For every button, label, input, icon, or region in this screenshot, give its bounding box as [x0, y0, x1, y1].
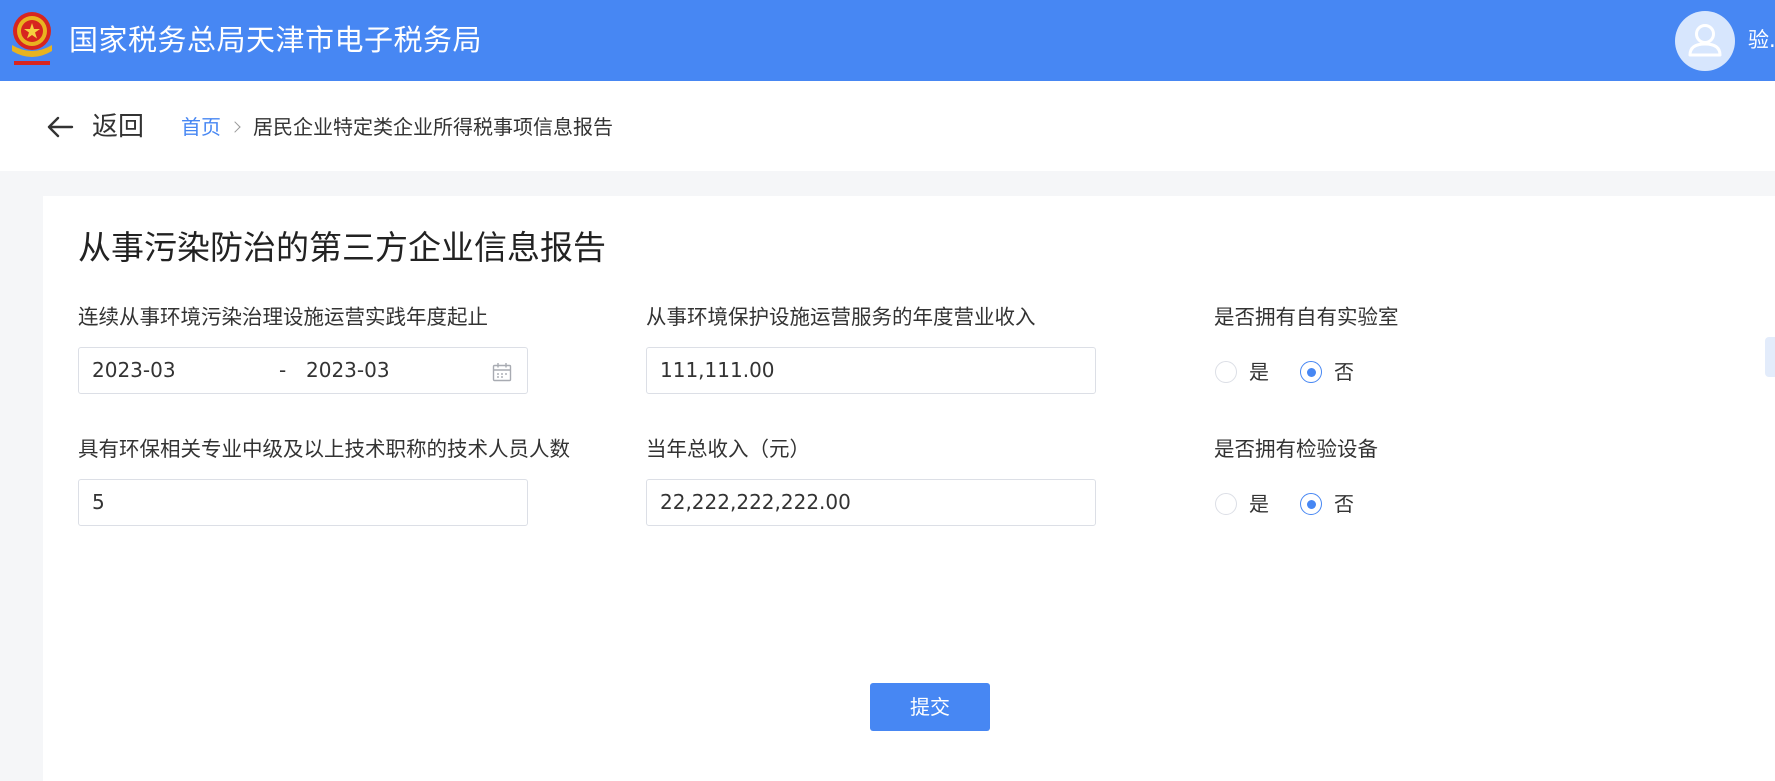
form-card: 从事污染防治的第三方企业信息报告 连续从事环境污染治理设施运营实践年度起止 20… — [43, 196, 1775, 781]
own-equipment-option-yes[interactable]: 是 — [1215, 490, 1269, 518]
total-income-label: 当年总收入（元） — [646, 437, 810, 461]
back-label: 返回 — [92, 112, 145, 142]
own-equipment-yes-radio[interactable] — [1215, 493, 1237, 515]
back-button[interactable]: 返回 — [44, 107, 144, 147]
own-lab-no-label[interactable]: 否 — [1334, 358, 1354, 386]
total-income-input[interactable]: 22,222,222,222.00 — [646, 479, 1096, 526]
user-avatar-icon[interactable] — [1675, 11, 1735, 71]
calendar-icon[interactable] — [492, 362, 512, 382]
breadcrumb: 首页 居民企业特定类企业所得税事项信息报告 — [181, 113, 613, 141]
service-revenue-value: 111,111.00 — [660, 358, 775, 382]
own-lab-no-radio[interactable] — [1300, 361, 1322, 383]
tech-staff-input[interactable]: 5 — [78, 479, 528, 526]
app-title: 国家税务总局天津市电子税务局 — [69, 23, 483, 57]
back-arrow-icon — [47, 116, 74, 138]
period-start-value[interactable]: 2023-03 — [92, 348, 176, 393]
top-header: 国家税务总局天津市电子税务局 验. — [0, 0, 1775, 81]
own-lab-yes-radio[interactable] — [1215, 361, 1237, 383]
breadcrumb-chevron-icon — [229, 121, 241, 133]
breadcrumb-home-link[interactable]: 首页 — [181, 113, 221, 141]
own-lab-option-yes[interactable]: 是 — [1215, 358, 1269, 386]
own-equipment-option-no[interactable]: 否 — [1300, 490, 1354, 518]
own-lab-yes-label[interactable]: 是 — [1249, 358, 1269, 386]
breadcrumb-current: 居民企业特定类企业所得税事项信息报告 — [253, 115, 613, 139]
tech-staff-value: 5 — [92, 490, 105, 514]
own-equipment-no-radio[interactable] — [1300, 493, 1322, 515]
period-end-value[interactable]: 2023-03 — [306, 348, 390, 393]
tech-staff-label: 具有环保相关专业中级及以上技术职称的技术人员人数 — [78, 437, 570, 461]
own-lab-option-no[interactable]: 否 — [1300, 358, 1354, 386]
total-income-value: 22,222,222,222.00 — [660, 490, 851, 514]
own-lab-radio-group: 是 否 — [1215, 357, 1385, 387]
service-revenue-input[interactable]: 111,111.00 — [646, 347, 1096, 394]
period-date-range-picker[interactable]: 2023-03 - 2023-03 — [78, 347, 528, 394]
submit-button[interactable]: 提交 — [870, 683, 990, 731]
emblem-icon — [8, 9, 56, 71]
own-equipment-label: 是否拥有检验设备 — [1214, 437, 1378, 461]
nav-bar: 返回 首页 居民企业特定类企业所得税事项信息报告 — [0, 81, 1775, 171]
own-lab-label: 是否拥有自有实验室 — [1214, 305, 1399, 329]
side-float-tab[interactable] — [1765, 337, 1775, 377]
form-title: 从事污染防治的第三方企业信息报告 — [78, 228, 606, 267]
own-equipment-yes-label[interactable]: 是 — [1249, 490, 1269, 518]
username[interactable]: 验. — [1748, 27, 1775, 53]
period-range-separator: - — [279, 358, 287, 382]
period-label: 连续从事环境污染治理设施运营实践年度起止 — [78, 305, 488, 329]
service-revenue-label: 从事环境保护设施运营服务的年度营业收入 — [646, 305, 1036, 329]
own-equipment-no-label[interactable]: 否 — [1334, 490, 1354, 518]
own-equipment-radio-group: 是 否 — [1215, 489, 1385, 519]
